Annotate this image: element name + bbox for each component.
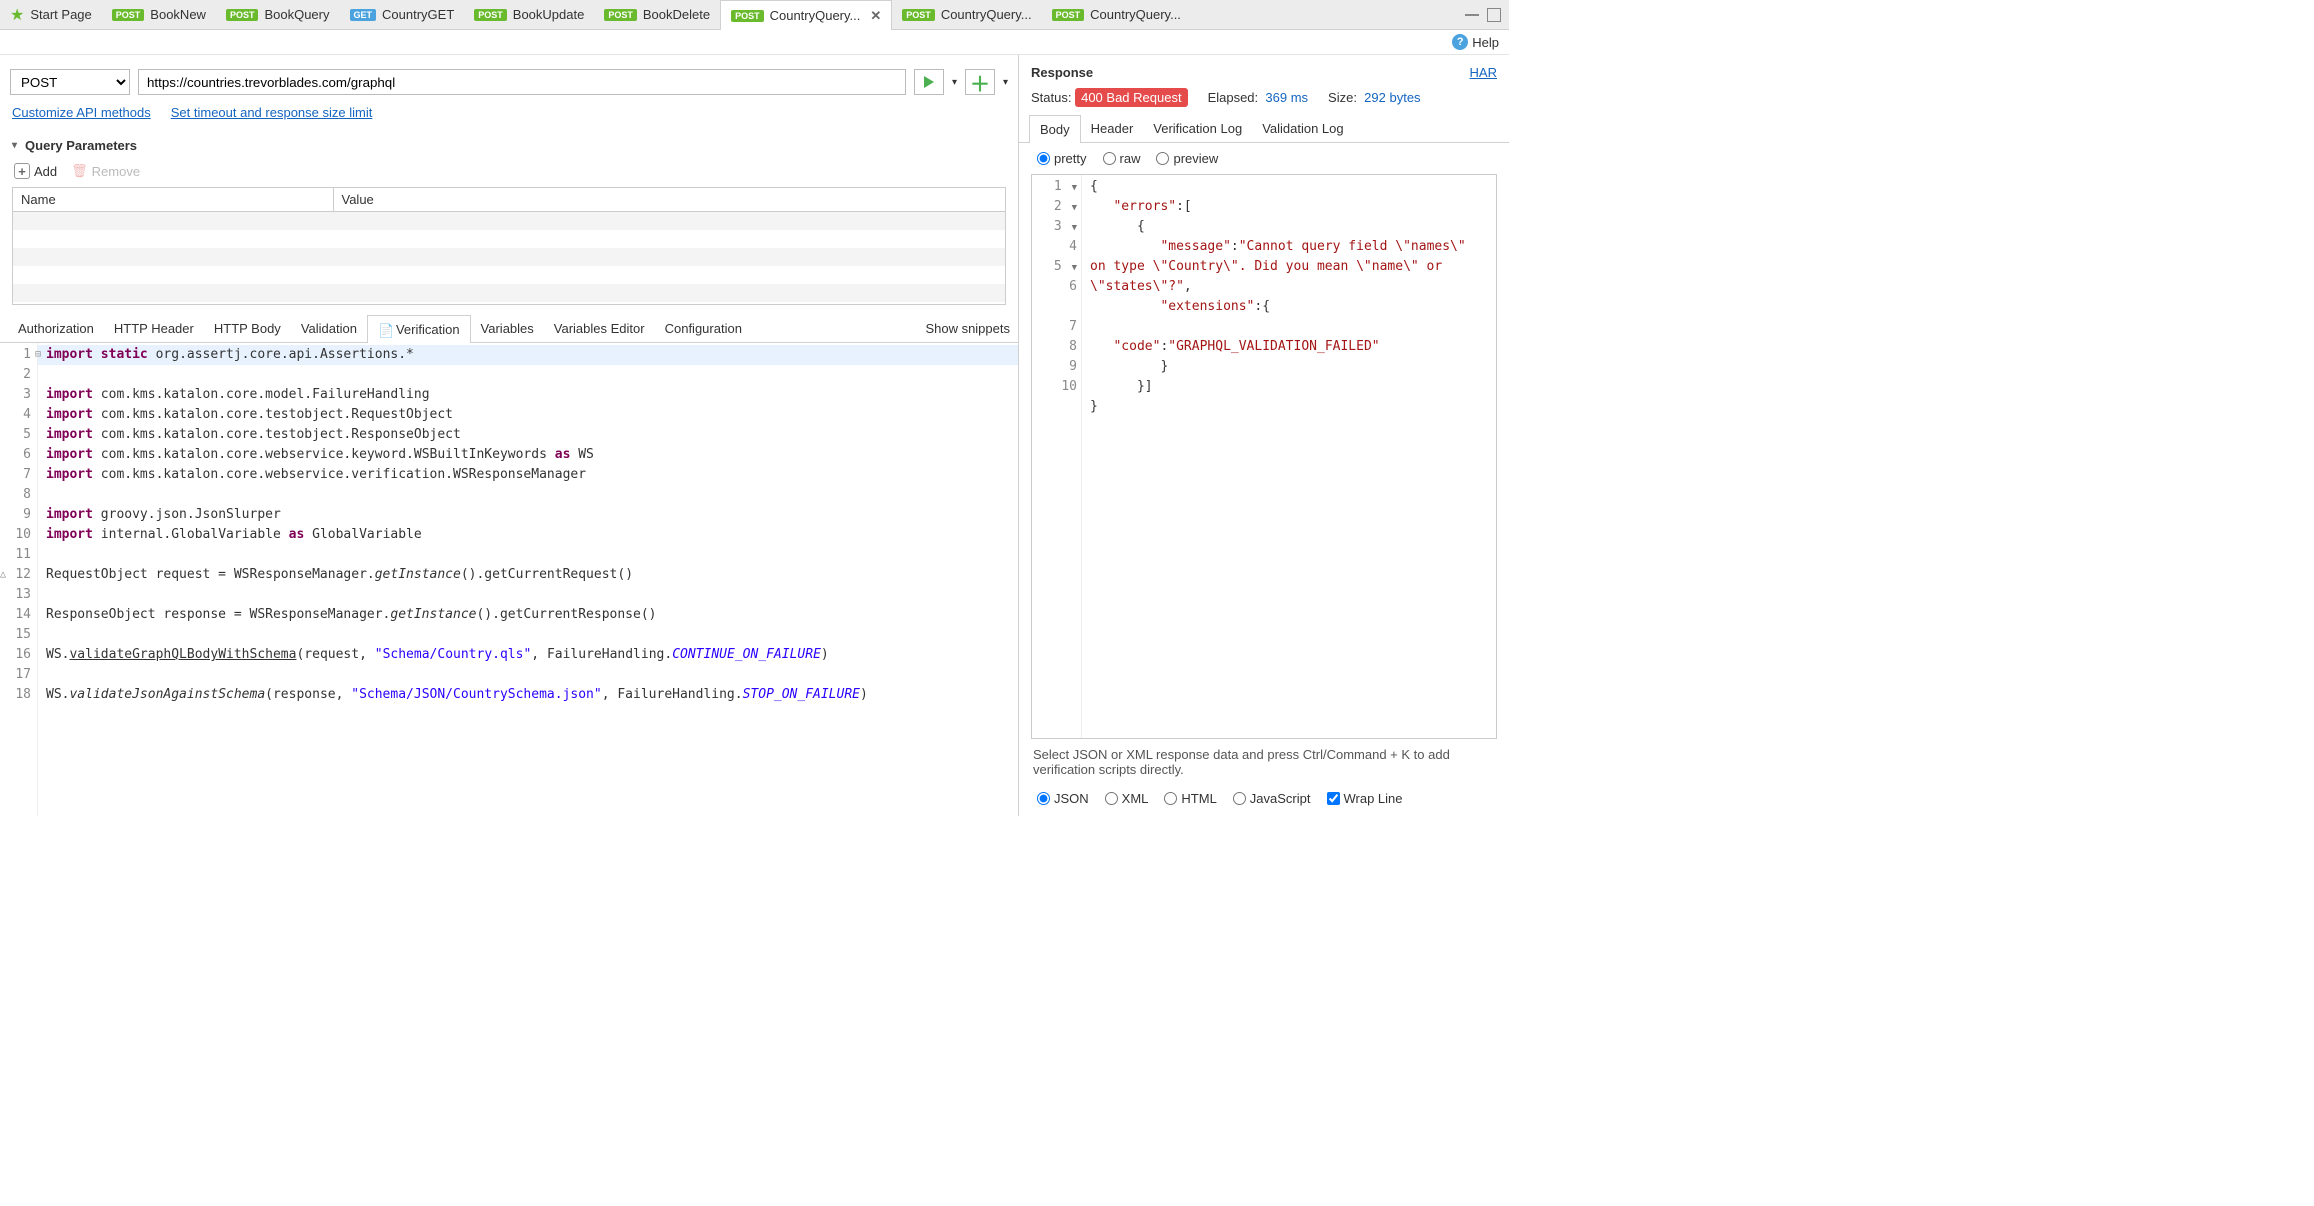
raw-radio[interactable]: raw: [1103, 151, 1141, 166]
size-value: 292 bytes: [1364, 90, 1420, 105]
tab-bookquery[interactable]: POST BookQuery: [216, 0, 340, 30]
tab-countryget[interactable]: GET CountryGET: [340, 0, 465, 30]
help-button[interactable]: ? Help: [1452, 34, 1499, 50]
tab-label: BookNew: [150, 7, 206, 22]
minimize-icon[interactable]: [1465, 8, 1479, 16]
close-icon[interactable]: ✕: [870, 8, 881, 24]
table-row: [13, 230, 1005, 248]
tab-countryquery-[interactable]: POST CountryQuery... ✕: [720, 0, 892, 30]
method-select[interactable]: POST: [10, 69, 130, 95]
response-body[interactable]: 1 ▼2 ▼3 ▼45 ▼678910 { "errors":[ { "mess…: [1031, 174, 1497, 739]
timeout-link[interactable]: Set timeout and response size limit: [171, 105, 373, 120]
script-icon: 📄: [378, 323, 392, 337]
maximize-icon[interactable]: [1487, 8, 1501, 22]
tab-variables-editor[interactable]: Variables Editor: [544, 315, 655, 342]
add-param-button[interactable]: + Add: [14, 163, 57, 179]
tab-variables[interactable]: Variables: [471, 315, 544, 342]
option-links: Customize API methods Set timeout and re…: [0, 105, 1018, 132]
send-dropdown[interactable]: ▾: [952, 77, 957, 88]
star-icon: ★: [10, 5, 24, 25]
tab-label: Start Page: [30, 7, 91, 22]
col-name: Name: [13, 188, 333, 212]
code-editor[interactable]: 1⊟234567891011△12131415161718 import sta…: [0, 343, 1018, 816]
tab-http-body[interactable]: HTTP Body: [204, 315, 291, 342]
method-badge: POST: [731, 10, 764, 22]
collapse-icon[interactable]: ▾: [12, 140, 17, 151]
tab-label: BookQuery: [264, 7, 329, 22]
status-badge: 400 Bad Request: [1075, 88, 1187, 107]
response-header: Response HAR: [1019, 55, 1509, 90]
col-value: Value: [333, 188, 1005, 212]
tab-countryquery-[interactable]: POST CountryQuery...: [892, 0, 1041, 30]
wrap-checkbox[interactable]: Wrap Line: [1327, 791, 1403, 806]
tab-label: CountryQuery...: [770, 8, 861, 23]
resp-tab-validation-log[interactable]: Validation Log: [1252, 115, 1353, 142]
tab-label: BookUpdate: [513, 7, 585, 22]
tab-http-header[interactable]: HTTP Header: [104, 315, 204, 342]
tab-bookupdate[interactable]: POST BookUpdate: [464, 0, 594, 30]
tab-label: CountryQuery...: [941, 7, 1032, 22]
method-badge: POST: [112, 9, 145, 21]
xml-radio[interactable]: XML: [1105, 791, 1149, 806]
tab-booknew[interactable]: POST BookNew: [102, 0, 216, 30]
preview-radio[interactable]: preview: [1156, 151, 1218, 166]
js-radio[interactable]: JavaScript: [1233, 791, 1311, 806]
table-row: [13, 284, 1005, 302]
table-row: [13, 266, 1005, 284]
tab-label: CountryQuery...: [1090, 7, 1181, 22]
response-title: Response: [1031, 65, 1093, 80]
window-controls: [1465, 8, 1509, 22]
elapsed-value: 369 ms: [1265, 90, 1308, 105]
response-tabs: BodyHeaderVerification LogValidation Log: [1019, 115, 1509, 143]
tab-validation[interactable]: Validation: [291, 315, 367, 342]
har-link[interactable]: HAR: [1470, 65, 1497, 80]
tab-bookdelete[interactable]: POST BookDelete: [594, 0, 720, 30]
table-row: [13, 248, 1005, 266]
send-button[interactable]: [914, 69, 944, 95]
method-badge: POST: [226, 9, 259, 21]
plus-icon: +: [14, 163, 30, 179]
remove-param-button: 🗑 Remove: [71, 163, 140, 179]
url-input[interactable]: [138, 69, 906, 95]
request-subtabs: AuthorizationHTTP HeaderHTTP BodyValidat…: [0, 315, 1018, 343]
resp-tab-header[interactable]: Header: [1081, 115, 1144, 142]
add-button[interactable]: ＋: [965, 69, 995, 95]
help-icon: ?: [1452, 34, 1468, 50]
help-label: Help: [1472, 35, 1499, 50]
show-snippets-link[interactable]: Show snippets: [925, 321, 1010, 336]
editor-tabs: ★ Start Page POST BookNew POST BookQuery GET Co…: [0, 0, 1509, 30]
tab-verification[interactable]: 📄Verification: [367, 315, 471, 343]
query-params-table[interactable]: Name Value: [12, 187, 1006, 305]
bottom-format-row: JSON XML HTML JavaScript Wrap Line: [1019, 785, 1509, 816]
json-radio[interactable]: JSON: [1037, 791, 1089, 806]
method-badge: POST: [474, 9, 507, 21]
request-row: POST ▾ ＋ ▾: [0, 55, 1018, 105]
trash-icon: 🗑: [71, 163, 88, 179]
method-badge: POST: [1052, 9, 1085, 21]
tab-authorization[interactable]: Authorization: [8, 315, 104, 342]
response-hint: Select JSON or XML response data and pre…: [1019, 739, 1509, 785]
tab-configuration[interactable]: Configuration: [655, 315, 752, 342]
method-badge: POST: [902, 9, 935, 21]
add-dropdown[interactable]: ▾: [1003, 77, 1008, 88]
tab-countryquery-[interactable]: POST CountryQuery...: [1042, 0, 1191, 30]
pretty-radio[interactable]: pretty: [1037, 151, 1087, 166]
format-row: pretty raw preview: [1019, 143, 1509, 174]
tab-label: BookDelete: [643, 7, 710, 22]
customize-methods-link[interactable]: Customize API methods: [12, 105, 151, 120]
help-bar: ? Help: [0, 30, 1509, 55]
tab-start-page[interactable]: ★ Start Page: [0, 0, 102, 30]
resp-tab-body[interactable]: Body: [1029, 115, 1081, 143]
table-row: [13, 212, 1005, 230]
play-icon: [924, 76, 934, 88]
resp-tab-verification-log[interactable]: Verification Log: [1143, 115, 1252, 142]
method-badge: POST: [604, 9, 637, 21]
section-title: Query Parameters: [25, 138, 137, 153]
tab-label: CountryGET: [382, 7, 454, 22]
query-params-header: ▾ Query Parameters: [0, 132, 1018, 159]
method-badge: GET: [350, 9, 377, 21]
status-row: Status: 400 Bad Request Elapsed: 369 ms …: [1019, 90, 1509, 115]
html-radio[interactable]: HTML: [1164, 791, 1216, 806]
